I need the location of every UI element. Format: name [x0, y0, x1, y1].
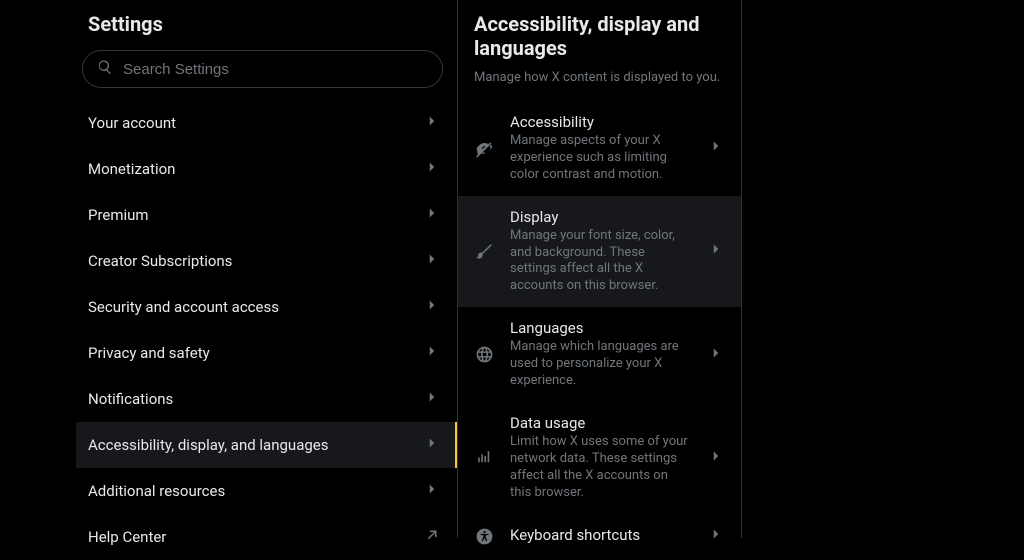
sidebar-item-label: Accessibility, display, and languages [88, 436, 328, 454]
sidebar-item-5[interactable]: Privacy and safety [76, 330, 457, 376]
sidebar-item-label: Help Center [88, 528, 166, 546]
sidebar-item-1[interactable]: Monetization [76, 146, 457, 192]
sidebar-item-9[interactable]: Help Center [76, 514, 457, 560]
sidebar-item-label: Creator Subscriptions [88, 252, 232, 270]
bars-icon [474, 448, 494, 468]
option-row-4[interactable]: Keyboard shortcuts [458, 513, 741, 559]
chevron-right-icon [707, 137, 725, 159]
chevron-right-icon [423, 204, 441, 226]
option-title: Data usage [510, 414, 691, 432]
sidebar-item-label: Your account [88, 114, 176, 132]
chevron-right-icon [423, 480, 441, 502]
sidebar-item-label: Additional resources [88, 482, 225, 500]
sidebar-item-0[interactable]: Your account [76, 100, 457, 146]
settings-title: Settings [76, 0, 457, 46]
chevron-right-icon [707, 344, 725, 366]
sidebar-item-8[interactable]: Additional resources [76, 468, 457, 514]
globe-icon [474, 345, 494, 365]
option-row-1[interactable]: Display Manage your font size, color, and… [458, 196, 741, 308]
chevron-right-icon [423, 250, 441, 272]
sidebar-item-label: Monetization [88, 160, 175, 178]
brush-icon [474, 241, 494, 261]
option-body: Languages Manage which languages are used… [510, 319, 691, 390]
option-title: Accessibility [510, 113, 691, 131]
detail-subtitle: Manage how X content is displayed to you… [458, 70, 741, 101]
search-input[interactable] [123, 61, 428, 78]
chevron-right-icon [423, 434, 441, 456]
sidebar-item-3[interactable]: Creator Subscriptions [76, 238, 457, 284]
sidebar-item-label: Premium [88, 206, 149, 224]
chevron-right-icon [707, 240, 725, 262]
option-body: Data usage Limit how X uses some of your … [510, 414, 691, 502]
sidebar-item-label: Privacy and safety [88, 344, 210, 362]
option-desc: Manage aspects of your X experience such… [510, 133, 691, 184]
detail-title: Accessibility, display and languages [458, 0, 741, 70]
sidebar-item-4[interactable]: Security and account access [76, 284, 457, 330]
settings-sidebar: Settings Your account Monetization Premium… [76, 0, 458, 538]
option-desc: Manage which languages are used to perso… [510, 339, 691, 390]
search-icon [97, 59, 123, 79]
option-desc: Limit how X uses some of your network da… [510, 434, 691, 502]
chevron-right-icon [707, 525, 725, 547]
option-row-3[interactable]: Data usage Limit how X uses some of your … [458, 402, 741, 514]
sidebar-item-label: Security and account access [88, 298, 279, 316]
option-title: Languages [510, 319, 691, 337]
chevron-right-icon [423, 112, 441, 134]
chevron-right-icon [423, 342, 441, 364]
external-link-icon [423, 526, 441, 548]
chevron-right-icon [423, 388, 441, 410]
option-title: Keyboard shortcuts [510, 526, 691, 544]
chevron-right-icon [423, 296, 441, 318]
option-body: Accessibility Manage aspects of your X ex… [510, 113, 691, 184]
option-desc: Manage your font size, color, and backgr… [510, 228, 691, 296]
option-row-0[interactable]: Accessibility Manage aspects of your X ex… [458, 101, 741, 196]
chevron-right-icon [423, 158, 441, 180]
accessibility-icon [474, 526, 494, 546]
sidebar-item-7[interactable]: Accessibility, display, and languages [76, 422, 457, 468]
sidebar-item-6[interactable]: Notifications [76, 376, 457, 422]
settings-detail-panel: Accessibility, display and languages Man… [458, 0, 742, 538]
sidebar-item-label: Notifications [88, 390, 173, 408]
chevron-right-icon [707, 447, 725, 469]
option-body: Keyboard shortcuts [510, 526, 691, 546]
sidebar-item-2[interactable]: Premium [76, 192, 457, 238]
search-box[interactable] [82, 50, 443, 88]
option-title: Display [510, 208, 691, 226]
option-body: Display Manage your font size, color, and… [510, 208, 691, 296]
eye-off-icon [474, 138, 494, 158]
option-row-2[interactable]: Languages Manage which languages are used… [458, 307, 741, 402]
